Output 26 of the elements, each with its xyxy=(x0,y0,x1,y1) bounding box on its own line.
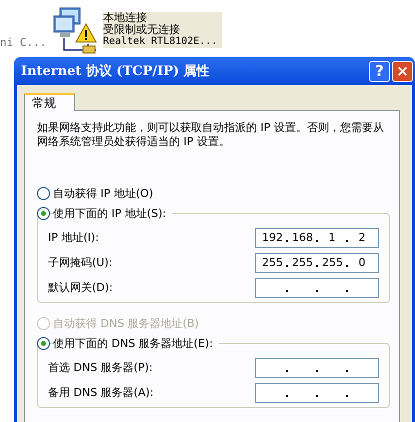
help-button[interactable]: ? xyxy=(369,60,390,82)
ip-address-field[interactable] xyxy=(255,278,379,298)
connection-label: ni C... xyxy=(0,36,46,49)
radio-button[interactable] xyxy=(37,206,50,220)
field-label: 默认网关(D): xyxy=(48,280,113,295)
device-name: Realtek RTL8102E... xyxy=(103,36,218,48)
field-label: IP 地址(I): xyxy=(48,230,99,245)
field-label: 备用 DNS 服务器(A): xyxy=(48,385,154,400)
field-label: 首选 DNS 服务器(P): xyxy=(48,360,153,375)
radio-label: 自动获得 DNS 服务器地址(B) xyxy=(53,316,199,330)
radio-label: 自动获得 IP 地址(O) xyxy=(53,186,154,200)
connection-name: 本地连接 xyxy=(103,12,148,24)
ip-address-field[interactable] xyxy=(255,382,379,402)
radio-button[interactable] xyxy=(37,336,50,350)
field-label: 子网掩码(U): xyxy=(48,255,112,270)
radio-label: 使用下面的 DNS 服务器地址(E): xyxy=(53,336,219,350)
window-title: Internet 协议 (TCP/IP) 属性 xyxy=(21,62,210,80)
ip-address-field[interactable] xyxy=(255,358,379,378)
close-button[interactable]: × xyxy=(392,60,413,82)
tab[interactable]: 常规 xyxy=(24,93,75,111)
ip-address-field[interactable]: 255 255 255 0 xyxy=(255,252,379,272)
description-text: 如果网络支持此功能，则可以获取自动指派的 IP 设置。否则，您需要从网络系统管理员处获得适当的 IP 设置。 xyxy=(37,121,385,149)
radio-button[interactable] xyxy=(37,186,50,200)
ip-address-field[interactable]: 192 168 1 2 xyxy=(255,228,379,248)
connection-status: 受限制或无连接 xyxy=(103,24,181,36)
radio-label: 使用下面的 IP 地址(S): xyxy=(53,206,172,220)
